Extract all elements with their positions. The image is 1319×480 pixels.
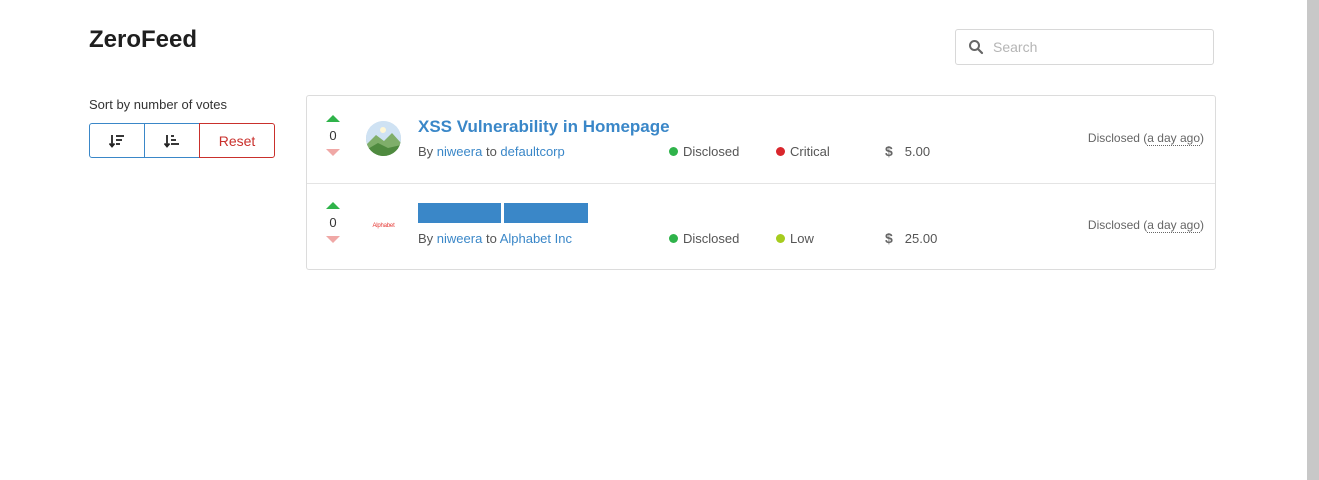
severity-label: Low: [790, 231, 814, 246]
severity-indicator: Low: [776, 231, 814, 246]
bounty-amount: $ 25.00: [885, 230, 937, 246]
search-icon: [969, 40, 984, 55]
sort-ascending-icon: [164, 134, 179, 148]
disclosed-suffix: ): [1200, 131, 1204, 145]
downvote-arrow-icon[interactable]: [326, 149, 340, 156]
status-indicator: Disclosed: [669, 231, 739, 246]
bounty-amount: $ 5.00: [885, 143, 930, 159]
author-link[interactable]: niweera: [437, 144, 483, 159]
redaction-bar: [504, 203, 588, 223]
landscape-avatar: [366, 121, 401, 156]
vote-control: 0: [326, 202, 340, 243]
vote-count: 0: [329, 128, 337, 143]
relative-time: a day ago: [1147, 218, 1200, 233]
search-box[interactable]: [955, 29, 1214, 65]
dollar-icon: $: [885, 230, 893, 246]
disclosed-timestamp: Disclosed (a day ago): [1087, 218, 1204, 233]
report-row: 0 Alphabet By niweera to Alphabet Inc Di…: [307, 183, 1215, 270]
program-link[interactable]: Alphabet Inc: [500, 231, 572, 246]
redaction-bar: [418, 203, 501, 223]
report-row: 0 XSS Vulnerability in Homepage By niwee…: [307, 96, 1215, 184]
disclosed-timestamp: Disclosed (a day ago): [1087, 131, 1204, 146]
bounty-value: 5.00: [904, 143, 931, 159]
search-input[interactable]: [993, 37, 1203, 57]
upvote-arrow-icon[interactable]: [326, 115, 340, 122]
alphabet-logo-text: Alphabet: [372, 222, 395, 229]
alphabet-logo: Alphabet: [366, 208, 401, 243]
downvote-arrow-icon[interactable]: [326, 236, 340, 243]
reset-button[interactable]: Reset: [199, 123, 275, 158]
report-feed: 0 XSS Vulnerability in Homepage By niwee…: [306, 95, 1216, 270]
sort-descending-button[interactable]: [89, 123, 145, 158]
status-label: Disclosed: [683, 231, 740, 246]
relative-time: a day ago: [1147, 131, 1200, 146]
bounty-value: 25.00: [904, 230, 938, 246]
upvote-arrow-icon[interactable]: [326, 202, 340, 209]
vote-control: 0: [326, 115, 340, 156]
disclosed-suffix: ): [1200, 218, 1204, 232]
dollar-icon: $: [885, 143, 893, 159]
sort-button-group: Reset: [89, 123, 275, 158]
vote-count: 0: [329, 215, 337, 230]
to-label: to: [485, 144, 497, 159]
disclosed-prefix: Disclosed (: [1087, 218, 1148, 232]
vertical-scrollbar[interactable]: [1307, 0, 1319, 480]
severity-label: Critical: [790, 144, 830, 159]
sort-descending-icon: [109, 134, 124, 148]
severity-indicator: Critical: [776, 144, 830, 159]
status-indicator: Disclosed: [669, 144, 739, 159]
by-label: By: [418, 231, 434, 246]
redacted-report-title[interactable]: [418, 203, 588, 223]
landscape-image-icon: [366, 121, 401, 156]
disclosed-prefix: Disclosed (: [1087, 131, 1148, 145]
to-label: to: [485, 231, 497, 246]
page-title: ZeroFeed: [89, 26, 198, 53]
sort-ascending-button[interactable]: [145, 123, 200, 158]
program-link[interactable]: defaultcorp: [500, 144, 564, 159]
status-label: Disclosed: [683, 144, 740, 159]
by-label: By: [418, 144, 434, 159]
report-byline: By niweera to Alphabet Inc: [418, 231, 572, 246]
status-dot-icon: [669, 234, 678, 243]
report-byline: By niweera to defaultcorp: [418, 144, 565, 159]
severity-dot-icon: [776, 234, 785, 243]
severity-dot-icon: [776, 147, 785, 156]
sort-label: Sort by number of votes: [89, 97, 228, 112]
author-link[interactable]: niweera: [437, 231, 483, 246]
report-title-link[interactable]: XSS Vulnerability in Homepage: [418, 117, 670, 137]
status-dot-icon: [669, 147, 678, 156]
